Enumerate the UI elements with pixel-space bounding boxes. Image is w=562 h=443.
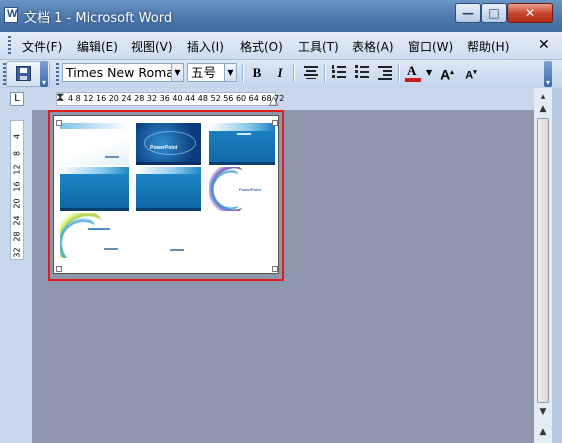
italic-button[interactable]: I — [270, 63, 290, 83]
grow-font-label: A — [440, 66, 451, 83]
save-icon[interactable] — [16, 66, 31, 81]
menu-insert[interactable]: 插入(I) — [187, 38, 224, 55]
menu-help[interactable]: 帮助(H) — [467, 38, 509, 55]
menu-bar-grip[interactable] — [8, 36, 11, 56]
toolbar-separator — [398, 64, 400, 82]
toolbar-separator — [293, 64, 295, 82]
numbered-list-icon[interactable] — [332, 65, 346, 79]
grow-font-icon[interactable]: A▴ — [437, 63, 457, 83]
align-center-icon[interactable] — [304, 65, 318, 79]
font-color-dropdown-icon[interactable]: ▼ — [426, 68, 432, 77]
horizontal-ruler-numbers: 4 8 12 16 20 24 28 32 36 40 44 48 52 56 … — [68, 94, 285, 103]
scroll-down-icon[interactable]: ▼ — [535, 404, 551, 420]
vertical-ruler-number: 12 — [12, 164, 22, 175]
minimize-icon: — — [462, 6, 474, 20]
font-name-dropdown-icon[interactable]: ▼ — [171, 63, 184, 82]
close-document-icon[interactable]: ✕ — [538, 37, 550, 53]
vertical-ruler-number: 8 — [12, 150, 22, 157]
toolbar-options-icon[interactable]: ▾ — [40, 61, 48, 87]
window-title: 文档 1 - Microsoft Word — [24, 11, 173, 26]
toolbar-separator — [324, 64, 326, 82]
maximize-icon: □ — [488, 6, 500, 20]
shrink-font-icon[interactable]: A▾ — [461, 63, 481, 83]
menu-view[interactable]: 视图(V) — [131, 38, 173, 55]
menu-table[interactable]: 表格(A) — [352, 38, 394, 55]
vertical-ruler-number: 20 — [12, 198, 22, 209]
font-color-swatch — [405, 78, 421, 82]
font-name-combo[interactable]: Times New Roman — [62, 63, 172, 82]
tab-selector[interactable]: L — [10, 92, 24, 106]
scroll-up-icon[interactable]: ▲ — [535, 101, 551, 117]
indent-icon[interactable] — [378, 65, 392, 80]
menu-file[interactable]: 文件(F) — [22, 38, 62, 55]
toolbar-options-icon-right[interactable]: ▾ — [544, 61, 552, 87]
scroll-page-down-icon[interactable]: ▲ — [535, 424, 551, 440]
toolbar-grip-2[interactable] — [56, 63, 59, 85]
word-app-icon[interactable] — [4, 7, 18, 23]
first-line-indent-marker[interactable]: ⧗ — [56, 91, 64, 103]
menu-tools[interactable]: 工具(T) — [298, 38, 339, 55]
close-window-button[interactable]: ✕ — [507, 3, 553, 23]
minimize-button[interactable]: — — [455, 3, 481, 23]
font-size-combo[interactable]: 五号 — [187, 63, 225, 82]
vertical-ruler-number: 24 — [12, 215, 22, 226]
font-size-dropdown-icon[interactable]: ▼ — [224, 63, 237, 82]
maximize-button[interactable]: □ — [481, 3, 507, 23]
vertical-ruler-number: 28 — [12, 231, 22, 242]
toolbar-separator — [242, 64, 244, 82]
bullet-list-icon[interactable] — [355, 65, 369, 79]
font-color-letter: A — [407, 63, 417, 78]
menu-window[interactable]: 窗口(W) — [408, 38, 453, 55]
scrollbar-thumb[interactable] — [537, 118, 549, 403]
bold-button[interactable]: B — [247, 63, 267, 83]
right-indent-marker[interactable]: △ — [269, 94, 278, 106]
vertical-ruler-number: 32 — [12, 247, 22, 258]
vertical-ruler-number: 4 — [12, 133, 22, 140]
window-right-edge — [552, 88, 562, 443]
menu-format[interactable]: 格式(O) — [240, 38, 283, 55]
highlight-box — [48, 110, 284, 281]
vertical-ruler-number: 16 — [12, 181, 22, 192]
close-icon: ✕ — [524, 6, 536, 20]
font-color-icon[interactable]: A — [405, 63, 421, 83]
menu-edit[interactable]: 编辑(E) — [77, 38, 118, 55]
